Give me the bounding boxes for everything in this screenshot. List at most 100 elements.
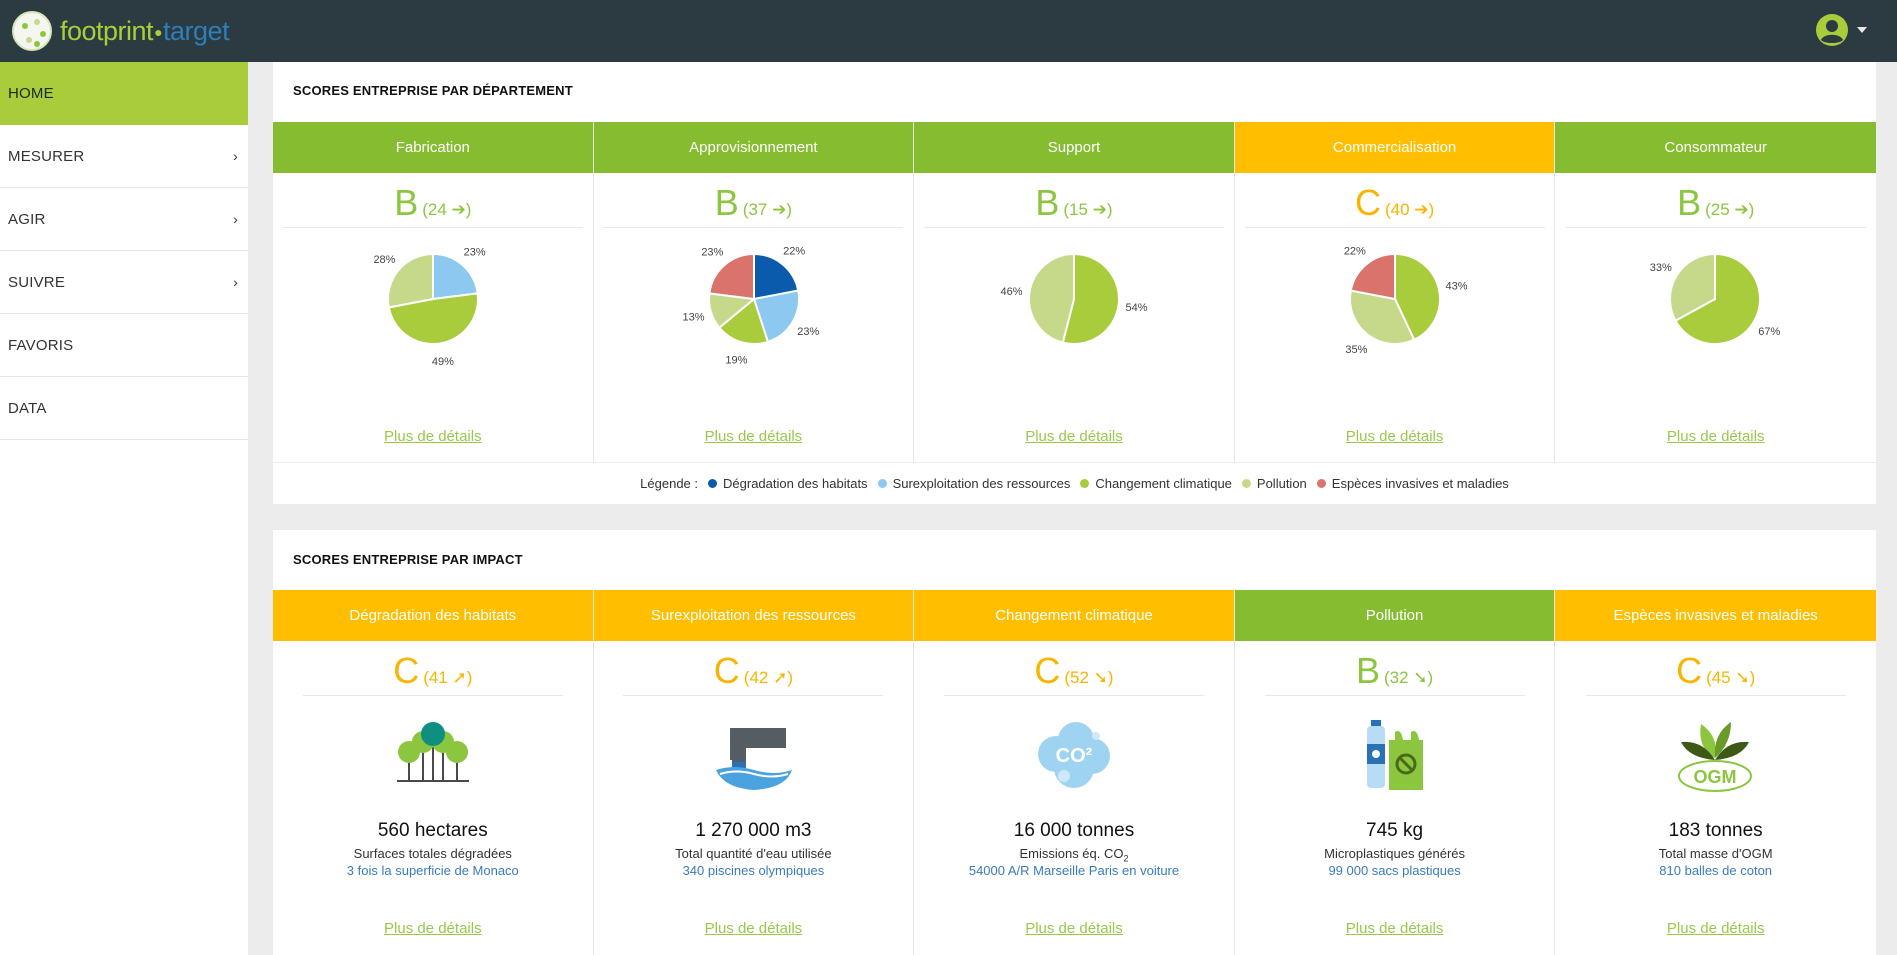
chevron-right-icon: › bbox=[233, 211, 238, 227]
pie-chart-svg: 54% 46% bbox=[1001, 252, 1148, 345]
score-display: C (40 ➔) bbox=[1235, 182, 1555, 223]
water-pipe-icon bbox=[715, 728, 792, 790]
department-card-fabrication: Fabrication B (24 ➔) 23% 49% 28% Plus de dé… bbox=[273, 122, 594, 462]
score-display: B (25 ➔) bbox=[1555, 182, 1876, 223]
grade-letter: B bbox=[714, 182, 739, 223]
details-link[interactable]: Plus de détails bbox=[1555, 920, 1876, 937]
pie-chart: 22% 23% 19% 13% 23% bbox=[594, 227, 914, 372]
department-card-commercialisation: Commercialisation C (40 ➔) 43% 35% 22% Plus… bbox=[1234, 122, 1556, 462]
sidebar-item-label: AGIR bbox=[8, 210, 46, 228]
score-display: B (37 ➔) bbox=[594, 182, 914, 223]
pie-slice bbox=[707, 252, 755, 301]
sidebar-item-favoris[interactable]: FAVORIS bbox=[0, 314, 248, 377]
impact-value: 1 270 000 m3 bbox=[695, 820, 812, 841]
pie-chart-svg: 22% 23% 19% 13% 23% bbox=[682, 245, 819, 366]
pie-percent-label: 54% bbox=[1126, 302, 1148, 314]
department-cards: Fabrication B (24 ➔) 23% 49% 28% Plus de dé… bbox=[273, 122, 1876, 462]
details-link[interactable]: Plus de détails bbox=[1235, 428, 1555, 445]
legend-item-label: Pollution bbox=[1256, 476, 1307, 491]
details-link[interactable]: Plus de détails bbox=[914, 428, 1234, 445]
legend-swatch bbox=[1080, 479, 1090, 488]
divider bbox=[302, 695, 563, 696]
top-bar: footprint●target bbox=[0, 0, 1897, 62]
legend-item: Espèces invasives et maladies bbox=[1316, 476, 1509, 491]
panel-title: SCORES ENTREPRISE PAR DÉPARTEMENT bbox=[293, 83, 573, 98]
trees-icon bbox=[397, 722, 469, 782]
card-header: Pollution bbox=[1234, 590, 1555, 641]
chevron-right-icon: › bbox=[233, 148, 238, 164]
details-link[interactable]: Plus de détails bbox=[273, 428, 593, 445]
pie-percent-label: 43% bbox=[1445, 280, 1467, 292]
details-link[interactable]: Plus de détails bbox=[1555, 428, 1876, 445]
chevron-right-icon: › bbox=[233, 274, 238, 290]
footprint-target-logo[interactable]: footprint●target bbox=[12, 6, 230, 56]
card-header: Approvisionnement bbox=[593, 122, 914, 173]
user-avatar-icon bbox=[1816, 14, 1848, 46]
legend-item: Pollution bbox=[1241, 476, 1307, 491]
pie-percent-label: 49% bbox=[432, 356, 454, 368]
pie-percent-label: 13% bbox=[682, 312, 704, 324]
details-link[interactable]: Plus de détails bbox=[594, 428, 914, 445]
score-value: (42 ➚) bbox=[743, 668, 793, 687]
impact-label: Total quantité d'eau utilisée bbox=[675, 846, 832, 861]
pie-percent-label: 35% bbox=[1345, 344, 1367, 356]
department-card-approvisionnement: Approvisionnement B (37 ➔) 22% 23% 19% 13% 23… bbox=[593, 122, 915, 462]
legend-item-label: Surexploitation des ressources bbox=[892, 476, 1071, 491]
sidebar-item-mesurer[interactable]: MESURER › bbox=[0, 125, 248, 188]
score-display: B (24 ➔) bbox=[273, 182, 593, 223]
user-menu[interactable] bbox=[1815, 13, 1867, 47]
pie-chart: 43% 35% 22% bbox=[1235, 227, 1555, 372]
legend-item-label: Espèces invasives et maladies bbox=[1331, 476, 1509, 491]
impact-label-text: Emissions éq. CO bbox=[1019, 846, 1124, 861]
score-display: C (42 ➚) bbox=[594, 650, 914, 691]
sidebar-item-label: HOME bbox=[8, 85, 54, 102]
sidebar-item-data[interactable]: DATA bbox=[0, 377, 248, 440]
pie-percent-label: 46% bbox=[1001, 286, 1023, 298]
pie-chart-svg: 23% 49% 28% bbox=[373, 247, 485, 368]
sidebar-item-home[interactable]: HOME bbox=[0, 62, 248, 125]
details-link[interactable]: Plus de détails bbox=[914, 920, 1234, 937]
score-value: (41 ➚) bbox=[423, 668, 473, 687]
sidebar: HOME MESURER › AGIR › SUIVRE › FAVORIS DATA bbox=[0, 62, 248, 955]
card-header: Fabrication bbox=[273, 122, 593, 173]
details-link[interactable]: Plus de détails bbox=[273, 920, 593, 937]
pie-percent-label: 22% bbox=[1344, 245, 1366, 257]
sidebar-item-suivre[interactable]: SUIVRE › bbox=[0, 251, 248, 314]
legend-item-label: Dégradation des habitats bbox=[723, 476, 868, 491]
impact-card-pollution: Pollution B (32 ➘) 745 kg Microplastiques… bbox=[1234, 590, 1556, 955]
score-value: (25 ➔) bbox=[1705, 200, 1755, 219]
pie-chart: 67% 33% bbox=[1555, 227, 1875, 372]
grade-letter: C bbox=[1676, 650, 1703, 691]
score-value: (15 ➔) bbox=[1063, 200, 1113, 219]
pie-chart: 23% 49% 28% bbox=[273, 227, 593, 372]
logo-wordmark: footprint●target bbox=[60, 15, 230, 46]
grade-letter: C bbox=[1354, 182, 1381, 223]
impact-equivalence: 810 balles de coton bbox=[1659, 863, 1773, 878]
impact-card-habitats: Dégradation des habitats C (41 ➚) 560 hec… bbox=[273, 590, 594, 955]
impact-equivalence: 99 000 sacs plastiques bbox=[1328, 863, 1461, 878]
details-link[interactable]: Plus de détails bbox=[594, 920, 914, 937]
legend-swatch bbox=[1316, 479, 1326, 488]
grade-letter: C bbox=[1034, 650, 1061, 691]
pie-percent-label: 33% bbox=[1650, 262, 1672, 274]
details-link[interactable]: Plus de détails bbox=[1235, 920, 1555, 937]
divider bbox=[943, 695, 1204, 696]
impact-cards: Dégradation des habitats C (41 ➚) 560 hec… bbox=[273, 590, 1876, 955]
score-value: (37 ➔) bbox=[742, 200, 792, 219]
impact-value: 16 000 tonnes bbox=[1013, 820, 1135, 841]
card-header: Espèces invasives et maladies bbox=[1555, 590, 1876, 641]
pie-percent-label: 22% bbox=[783, 245, 805, 257]
chevron-down-icon bbox=[1857, 27, 1867, 33]
legend-swatch bbox=[877, 479, 887, 488]
score-display: C (45 ➘) bbox=[1555, 650, 1876, 691]
legend-item: Changement climatique bbox=[1080, 476, 1232, 491]
pie-chart-svg: 43% 35% 22% bbox=[1344, 245, 1468, 356]
legend-swatch bbox=[708, 479, 718, 488]
impact-scores-panel: SCORES ENTREPRISE PAR IMPACT Dégradation… bbox=[273, 530, 1876, 955]
plastic-bottle-bag-icon bbox=[1366, 720, 1423, 790]
co2-icon-text: CO² bbox=[1056, 745, 1093, 767]
co2-cloud-icon: CO² bbox=[1038, 722, 1111, 788]
sidebar-item-agir[interactable]: AGIR › bbox=[0, 188, 248, 251]
score-value: (40 ➔) bbox=[1384, 200, 1435, 219]
impact-value: 560 hectares bbox=[377, 820, 488, 841]
